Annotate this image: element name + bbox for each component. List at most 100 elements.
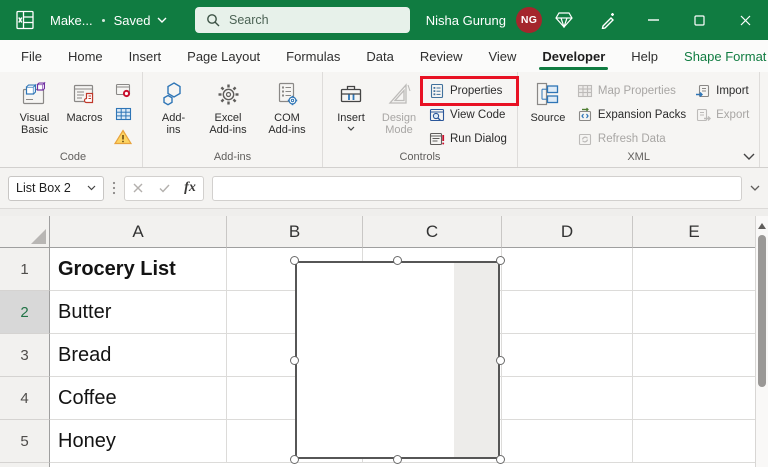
source-button[interactable]: Source (525, 77, 571, 150)
title-bar-left: Make... Saved (0, 9, 167, 31)
com-addins-button[interactable]: COM Add-ins (259, 77, 315, 150)
cell-e4[interactable] (633, 377, 755, 420)
cell-a2[interactable]: Butter (50, 291, 227, 334)
ribbon-group-code: Visual Basic Macros Code (4, 72, 143, 167)
cell-d5[interactable] (502, 420, 633, 463)
view-code-icon (429, 107, 445, 123)
search-input[interactable] (229, 13, 389, 27)
resize-handle-top-right[interactable] (496, 256, 505, 265)
name-box[interactable]: List Box 2 (8, 175, 104, 201)
minimize-button[interactable] (630, 0, 676, 40)
tab-page-layout[interactable]: Page Layout (174, 40, 273, 72)
import-button[interactable]: Import (692, 82, 752, 100)
tab-data[interactable]: Data (353, 40, 406, 72)
search-icon (206, 13, 220, 27)
autosave-status[interactable]: Saved (114, 13, 167, 28)
tab-shape-format[interactable]: Shape Format (671, 40, 768, 72)
cell-d2[interactable] (502, 291, 633, 334)
collapse-ribbon-chevron-icon[interactable] (743, 153, 755, 160)
row-header-3[interactable]: 3 (0, 334, 50, 377)
chevron-down-icon[interactable] (87, 185, 96, 191)
tab-insert[interactable]: Insert (116, 40, 175, 72)
resize-handle-bottom-middle[interactable] (393, 455, 402, 464)
record-macro-icon[interactable] (115, 82, 132, 99)
close-button[interactable] (722, 0, 768, 40)
column-header-c[interactable]: C (363, 216, 502, 248)
addins-hexagons-icon (160, 79, 188, 109)
view-code-button[interactable]: View Code (426, 106, 510, 124)
excel-addins-button[interactable]: Excel Add-ins (200, 77, 256, 150)
export-icon (695, 107, 712, 123)
column-headers: A B C D E (0, 216, 768, 248)
expand-formula-bar-chevron-icon[interactable] (750, 185, 760, 191)
cell-a5[interactable]: Honey (50, 420, 227, 463)
group-label-controls: Controls (399, 151, 441, 163)
column-header-d[interactable]: D (502, 216, 633, 248)
column-header-b[interactable]: B (227, 216, 363, 248)
cell-d1[interactable] (502, 248, 633, 291)
xml-source-icon (534, 79, 562, 109)
cell-a3[interactable]: Bread (50, 334, 227, 377)
excel-window: Make... Saved Nisha Gurung NG (0, 0, 768, 467)
resize-handle-bottom-right[interactable] (496, 455, 505, 464)
insert-control-button[interactable]: Insert (330, 77, 372, 150)
cell-e2[interactable] (633, 291, 755, 334)
row-header-1[interactable]: 1 (0, 248, 50, 291)
run-dialog-button[interactable]: Run Dialog (426, 130, 510, 148)
tab-developer[interactable]: Developer (529, 40, 618, 72)
user-avatar[interactable]: NG (516, 7, 542, 33)
group-label-addins: Add-ins (213, 151, 252, 163)
ribbon-tab-bar: File Home Insert Page Layout Formulas Da… (0, 40, 768, 72)
column-header-e[interactable]: E (633, 216, 755, 248)
ribbon-group-controls: Insert Design Mode Properties View Code … (323, 72, 519, 167)
resize-handle-top-middle[interactable] (393, 256, 402, 265)
scrollbar-thumb[interactable] (758, 235, 766, 387)
search-box[interactable] (195, 7, 410, 33)
tab-review[interactable]: Review (407, 40, 476, 72)
tab-file[interactable]: File (8, 40, 55, 72)
cell-a4[interactable]: Coffee (50, 377, 227, 420)
visual-basic-icon (21, 79, 48, 109)
editor-pen-icon[interactable] (586, 0, 630, 40)
resize-handle-top-left[interactable] (290, 256, 299, 265)
document-title[interactable]: Make... (50, 13, 93, 28)
properties-button[interactable]: Properties (420, 76, 519, 106)
enter-check-icon (151, 177, 177, 200)
tab-home[interactable]: Home (55, 40, 116, 72)
cell-d3[interactable] (502, 334, 633, 377)
macros-button[interactable]: Macros (61, 77, 108, 150)
cell-e5[interactable] (633, 420, 755, 463)
vertical-scrollbar[interactable] (755, 216, 768, 467)
formula-bar: List Box 2 fx (0, 168, 768, 208)
listbox-form-control[interactable] (290, 256, 505, 464)
premium-gem-icon[interactable] (542, 0, 586, 40)
macro-security-warning-icon[interactable] (114, 129, 132, 145)
formula-input[interactable] (212, 175, 742, 201)
addins-button[interactable]: Add- ins (150, 77, 197, 150)
cell-e3[interactable] (633, 334, 755, 377)
scroll-up-arrow-icon[interactable] (758, 223, 766, 229)
cell-e1[interactable] (633, 248, 755, 291)
relative-references-icon[interactable] (115, 107, 132, 121)
maximize-button[interactable] (676, 0, 722, 40)
expansion-packs-button[interactable]: Expansion Packs (574, 106, 689, 124)
cell-d4[interactable] (502, 377, 633, 420)
refresh-data-icon (577, 131, 593, 147)
visual-basic-button[interactable]: Visual Basic (11, 77, 58, 150)
cell-a1[interactable]: Grocery List (50, 248, 227, 291)
import-icon (695, 83, 711, 99)
resize-handle-bottom-left[interactable] (290, 455, 299, 464)
tab-help[interactable]: Help (618, 40, 671, 72)
resize-handle-middle-right[interactable] (496, 355, 505, 365)
resize-handle-middle-left[interactable] (290, 355, 299, 365)
formula-bar-dots-separator[interactable] (112, 181, 116, 195)
row-header-5[interactable]: 5 (0, 420, 50, 463)
row-header-4[interactable]: 4 (0, 377, 50, 420)
column-header-a[interactable]: A (50, 216, 227, 248)
select-all-corner[interactable] (0, 216, 50, 248)
tab-formulas[interactable]: Formulas (273, 40, 353, 72)
tab-view[interactable]: View (475, 40, 529, 72)
row-header-6[interactable] (0, 463, 50, 467)
insert-function-button[interactable]: fx (177, 177, 203, 200)
row-header-2[interactable]: 2 (0, 291, 50, 334)
